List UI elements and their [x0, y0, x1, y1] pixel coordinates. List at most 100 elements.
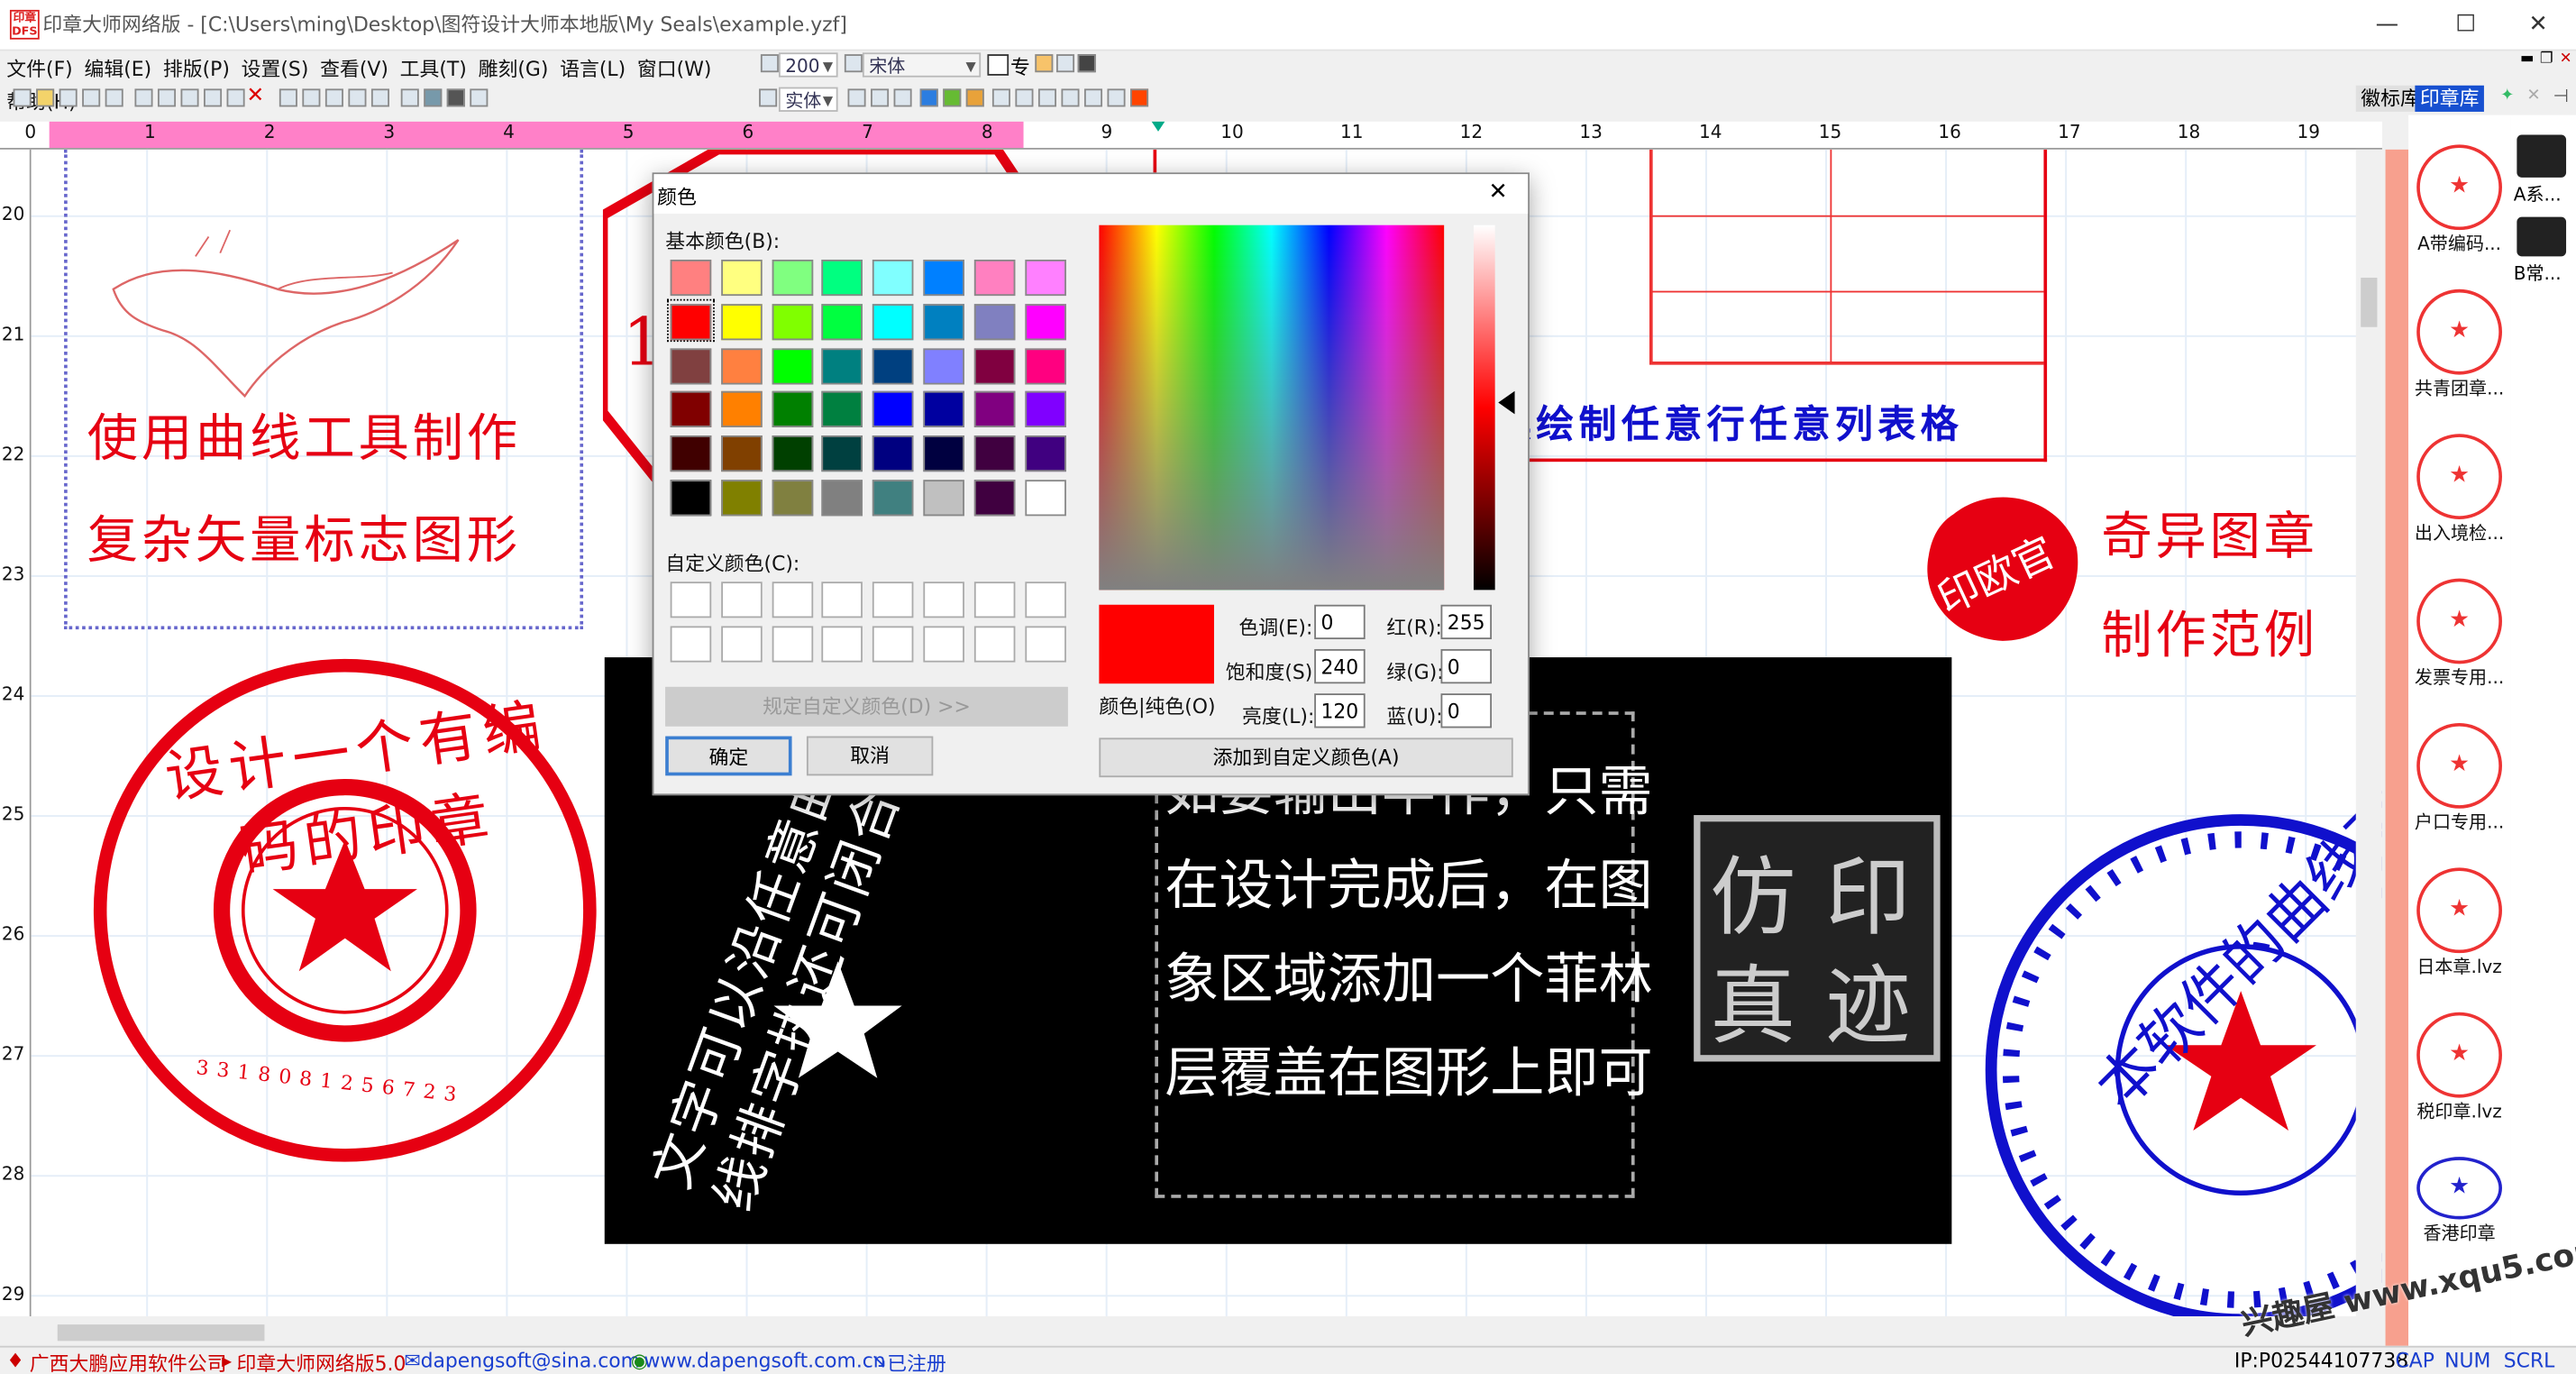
custom-color-swatch[interactable] [771, 582, 813, 618]
basic-color-swatch[interactable] [771, 303, 813, 340]
maximize-button[interactable]: ☐ [2428, 0, 2504, 50]
folder-icon[interactable] [2517, 134, 2567, 178]
vertical-scroll-thumb[interactable] [2361, 278, 2378, 327]
basic-color-swatch[interactable] [872, 347, 914, 384]
close-button[interactable]: ✕ [2500, 0, 2576, 50]
mdi-min-button[interactable]: ▬ [2520, 51, 2535, 68]
basic-color-swatch[interactable] [872, 259, 914, 297]
blue-input[interactable]: 0 [1440, 693, 1493, 728]
link-icon[interactable] [1037, 88, 1056, 107]
saturation-input[interactable]: 240 [1314, 648, 1366, 684]
align-bottom-icon[interactable] [370, 88, 389, 107]
basic-color-swatch[interactable] [720, 259, 763, 297]
custom-color-swatch[interactable] [973, 582, 1016, 618]
save-icon[interactable] [59, 88, 78, 107]
align-center-icon[interactable] [302, 88, 321, 107]
basic-color-swatch[interactable] [822, 435, 863, 472]
library-item[interactable]: ★ 发票专用... [2408, 578, 2510, 691]
menu-tools[interactable]: 工具(T) [393, 50, 471, 82]
green-input[interactable]: 0 [1440, 648, 1493, 684]
mirror-icon[interactable] [1107, 88, 1126, 107]
menu-window[interactable]: 窗口(W) [631, 50, 717, 82]
basic-color-swatch[interactable] [720, 480, 763, 517]
horizontal-scrollbar[interactable] [31, 1319, 2356, 1346]
library-item[interactable]: ★ 出入境检... [2408, 434, 2510, 545]
custom-color-swatch[interactable] [1024, 582, 1066, 618]
website-link[interactable]: www.dapengsoft.com.cn [644, 1349, 885, 1372]
library-item[interactable]: ★ 户口专用... [2408, 722, 2510, 835]
folder-label[interactable]: B常... [2514, 260, 2562, 286]
open-icon[interactable] [36, 88, 55, 107]
basic-color-swatch[interactable] [720, 391, 763, 428]
basic-color-swatch[interactable] [822, 259, 863, 297]
preview-icon[interactable] [105, 88, 123, 107]
fill-icon[interactable] [919, 88, 938, 107]
paste-icon[interactable] [226, 88, 245, 107]
basic-color-swatch[interactable] [923, 347, 964, 384]
library-item[interactable]: ★ A带编码... [2408, 144, 2510, 256]
menu-settings[interactable]: 设置(S) [234, 50, 313, 82]
ruler-marker[interactable] [1151, 121, 1165, 132]
menu-view[interactable]: 查看(V) [314, 50, 394, 82]
ok-button[interactable]: 确定 [665, 736, 792, 776]
basic-color-swatch[interactable] [670, 480, 712, 517]
red-input[interactable]: 255 [1440, 604, 1493, 640]
custom-color-swatch[interactable] [771, 626, 813, 663]
mdi-restore-button[interactable]: ❐ [2540, 51, 2553, 68]
custom-color-swatch[interactable] [923, 582, 964, 618]
folder-icon[interactable] [2517, 216, 2567, 257]
basic-color-swatch[interactable] [670, 347, 712, 384]
library-item[interactable]: ★ 香港印章 [2408, 1157, 2510, 1245]
luminance-pointer[interactable] [1498, 390, 1515, 415]
shape-icon[interactable] [943, 88, 962, 107]
tool-b-icon[interactable] [871, 88, 890, 107]
align-left-icon[interactable] [279, 88, 297, 107]
basic-color-swatch[interactable] [1024, 347, 1066, 384]
hue-input[interactable]: 0 [1314, 604, 1366, 640]
align-right-icon[interactable] [324, 88, 343, 107]
basic-color-swatch[interactable] [720, 435, 763, 472]
mdi-close-button[interactable]: ✕ [2560, 51, 2572, 68]
color-icon[interactable] [1130, 88, 1149, 107]
lock-icon[interactable] [1015, 88, 1034, 107]
basic-color-swatch[interactable] [923, 303, 964, 340]
basic-color-swatch[interactable] [670, 435, 712, 472]
menu-language[interactable]: 语言(L) [553, 50, 631, 82]
basic-color-swatch[interactable] [670, 259, 712, 297]
font-combo[interactable]: 宋体 ▼ [862, 52, 982, 78]
tool-a-icon[interactable] [847, 88, 866, 107]
lib-pin-icon[interactable]: ⊣ [2553, 86, 2568, 107]
custom-color-swatch[interactable] [670, 626, 712, 663]
basic-color-swatch[interactable] [923, 391, 964, 428]
basic-color-swatch[interactable] [973, 303, 1016, 340]
style-combo[interactable]: 实体 ▼ [778, 87, 838, 112]
basic-color-swatch[interactable] [822, 391, 863, 428]
window-icon[interactable] [1055, 54, 1075, 73]
folder-label[interactable]: A系... [2514, 180, 2562, 206]
basic-color-swatch[interactable] [923, 480, 964, 517]
custom-color-swatch[interactable] [923, 626, 964, 663]
basic-color-swatch[interactable] [1024, 259, 1066, 297]
undo-icon[interactable] [134, 88, 153, 107]
rotate-icon[interactable] [1083, 88, 1103, 107]
grid-icon[interactable] [991, 88, 1010, 107]
basic-color-swatch[interactable] [1024, 303, 1066, 340]
basic-color-swatch[interactable] [771, 391, 813, 428]
library-item[interactable]: ★ 日本章.lvz [2408, 867, 2510, 979]
basic-color-swatch[interactable] [771, 347, 813, 384]
image-icon[interactable] [424, 88, 443, 107]
basic-color-swatch[interactable] [1024, 480, 1066, 517]
basic-color-swatch[interactable] [872, 303, 914, 340]
custom-color-swatch[interactable] [1024, 626, 1066, 663]
basic-color-swatch[interactable] [670, 391, 712, 428]
cancel-button[interactable]: 取消 [806, 736, 934, 776]
basic-color-swatch[interactable] [670, 303, 712, 340]
horizontal-scroll-thumb[interactable] [57, 1324, 265, 1342]
basic-color-swatch[interactable] [872, 435, 914, 472]
custom-color-swatch[interactable] [720, 626, 763, 663]
redo-icon[interactable] [157, 88, 177, 107]
flip-icon[interactable] [1061, 88, 1080, 107]
color-spectrum[interactable] [1099, 224, 1445, 591]
basic-color-swatch[interactable] [973, 391, 1016, 428]
basic-color-swatch[interactable] [771, 259, 813, 297]
